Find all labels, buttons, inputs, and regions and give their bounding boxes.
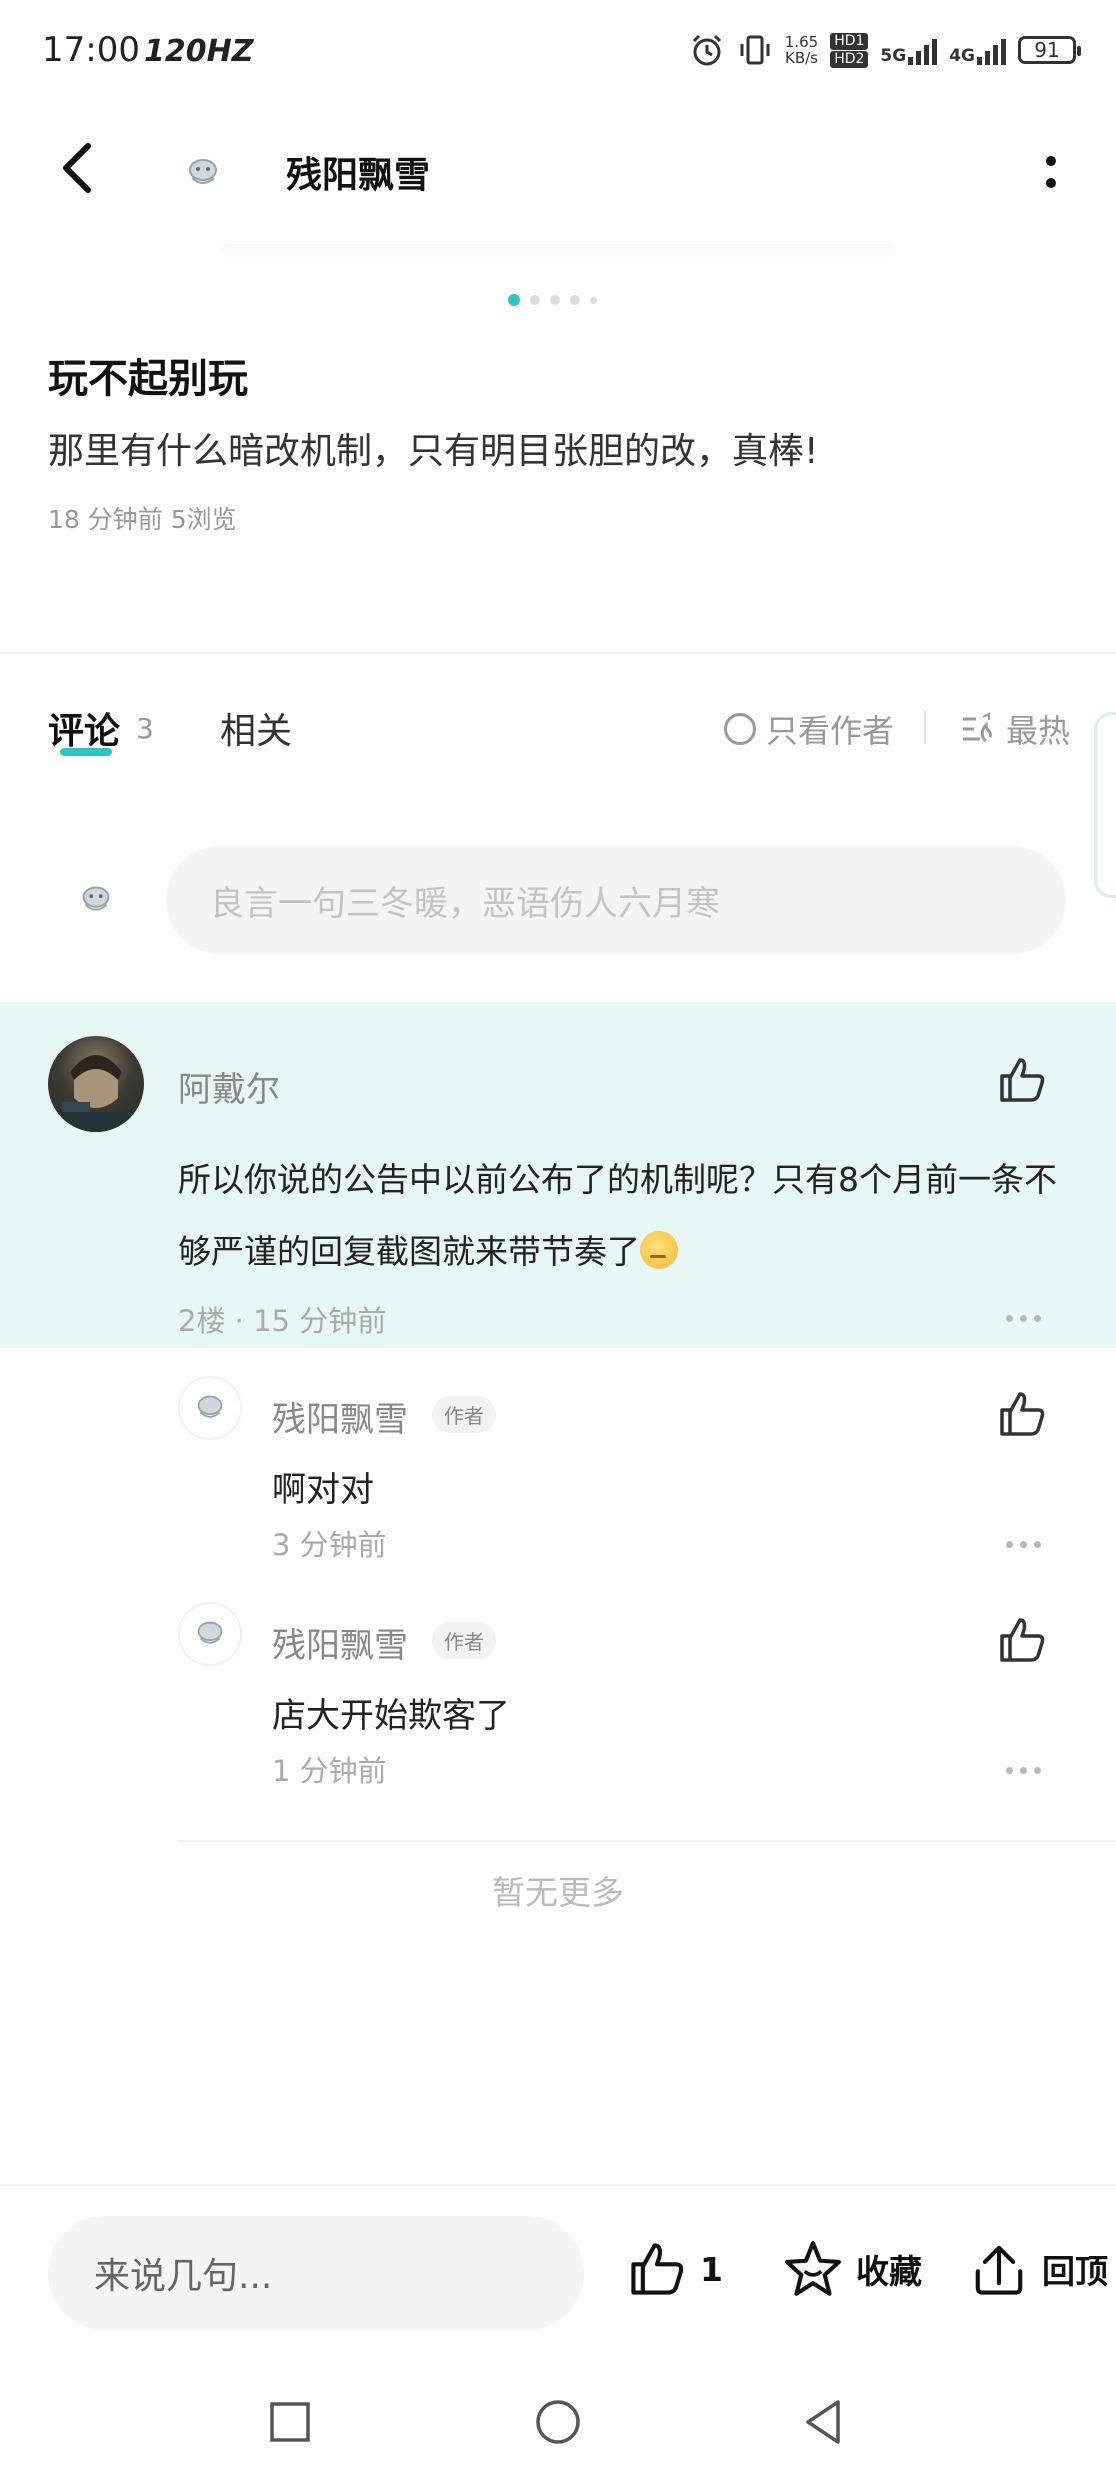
hd2-badge: HD2 xyxy=(830,50,869,68)
like-count: 1 xyxy=(700,2249,723,2289)
post-body: 那里有什么暗改机制，只有明目张胆的改，真棒! xyxy=(48,431,819,472)
battery-level: 91 xyxy=(1034,38,1060,62)
reply-time: 1 分钟前 xyxy=(272,1754,387,1788)
comment-text: 所以你说的公告中以前公布了的机制呢？只有8个月前一条不够严谨的回复截图就来带节奏… xyxy=(178,1144,1078,1288)
tab-related[interactable]: 相关 xyxy=(220,702,292,754)
signal-bars-icon xyxy=(977,35,1006,65)
status-time: 17:00 xyxy=(42,30,140,70)
thumbs-up-icon[interactable] xyxy=(994,1052,1050,1108)
sort-icon xyxy=(963,712,992,743)
top-nav: 残阳飘雪 xyxy=(0,112,1116,232)
network-speed-unit: KB/s xyxy=(784,49,818,67)
tab-active-indicator xyxy=(60,748,112,756)
side-drawer-handle[interactable] xyxy=(1094,712,1116,898)
thumbs-up-icon[interactable] xyxy=(994,1612,1050,1668)
author-only-label: 只看作者 xyxy=(766,712,895,750)
network-speed-value: 1.65 xyxy=(784,33,819,51)
bottom-bar-divider xyxy=(0,2184,1116,2186)
reply-avatar[interactable] xyxy=(178,1602,242,1666)
carousel-dot xyxy=(530,295,540,305)
image-carousel[interactable] xyxy=(220,244,896,260)
more-options-icon[interactable] xyxy=(1026,142,1076,202)
status-icons: 1.65 KB/s HD1 HD2 5G 4G 91 xyxy=(689,26,1081,74)
network-speed: 1.65 KB/s xyxy=(785,34,818,66)
sort-label: 最热 xyxy=(1006,712,1071,750)
favorite-label: 收藏 xyxy=(856,2252,922,2291)
star-icon xyxy=(785,2241,841,2296)
back-arrow-icon[interactable] xyxy=(50,138,110,198)
network-5g-label: 5G xyxy=(880,46,907,66)
reply-more-icon[interactable] xyxy=(1006,1541,1041,1548)
sort-hot-button[interactable]: 最热 xyxy=(960,706,1070,752)
reply-time: 3 分钟前 xyxy=(272,1528,387,1562)
network-4g-label: 4G xyxy=(949,46,975,66)
signal-5g: 5G xyxy=(880,35,938,66)
replies-divider xyxy=(178,1840,1116,1842)
say-something-input[interactable]: 来说几句... xyxy=(48,2216,584,2330)
carousel-dot xyxy=(570,295,580,305)
comments-count: 3 xyxy=(136,712,154,745)
comment-meta: 2楼 · 15 分钟前 xyxy=(178,1304,387,1338)
character-portrait-icon xyxy=(58,1055,134,1132)
thumbs-up-icon[interactable] xyxy=(994,1386,1050,1442)
home-circle-icon[interactable] xyxy=(530,2394,586,2450)
reply-username[interactable]: 残阳飘雪 xyxy=(272,1392,408,1441)
comment-input[interactable]: 良言一句三冬暖，恶语伤人六月寒 xyxy=(166,846,1066,954)
signal-bars-icon xyxy=(908,35,938,65)
radio-icon xyxy=(724,713,756,745)
author-avatar[interactable] xyxy=(178,148,228,198)
vibrate-icon xyxy=(740,35,770,65)
carousel-indicator xyxy=(508,294,597,306)
thumbs-up-icon xyxy=(631,2243,684,2295)
battery-icon: 91 xyxy=(1018,36,1081,64)
commenter-avatar[interactable] xyxy=(48,1036,144,1132)
reply-username[interactable]: 残阳飘雪 xyxy=(272,1618,408,1667)
back-to-top-button[interactable]: 回顶 xyxy=(966,2236,1108,2302)
say-something-placeholder: 来说几句... xyxy=(94,2256,273,2297)
reply-more-icon[interactable] xyxy=(1006,1767,1041,1774)
tab-comments[interactable]: 评论 xyxy=(48,702,120,754)
comment-body: 所以你说的公告中以前公布了的机制呢？只有8个月前一条不够严谨的回复截图就来带节奏… xyxy=(178,1160,1057,1271)
reply-text: 店大开始欺客了 xyxy=(272,1696,510,1736)
hd1-badge: HD1 xyxy=(830,32,869,50)
post-detail-screen: 17:00 120HZ 1.65 KB/s HD1 HD2 5G 4G 91 残… xyxy=(0,0,1116,2480)
like-button[interactable]: 1 xyxy=(624,2236,723,2302)
status-bar: 17:00 120HZ 1.65 KB/s HD1 HD2 5G 4G 91 xyxy=(0,0,1116,100)
post-title: 玩不起别玩 xyxy=(48,356,248,402)
system-nav-bar xyxy=(0,2372,1116,2472)
author-tag: 作者 xyxy=(432,1622,496,1659)
author-name[interactable]: 残阳飘雪 xyxy=(286,146,430,198)
filter-divider xyxy=(924,710,926,744)
alarm-icon xyxy=(692,34,721,66)
thinking-emoji-icon xyxy=(640,1231,678,1269)
author-only-toggle[interactable]: 只看作者 xyxy=(724,706,894,752)
comment-more-icon[interactable] xyxy=(1006,1315,1041,1322)
carousel-dot xyxy=(508,294,520,306)
commenter-name[interactable]: 阿戴尔 xyxy=(178,1062,280,1111)
comment-input-placeholder: 良言一句三冬暖，恶语伤人六月寒 xyxy=(210,883,720,924)
section-divider xyxy=(0,652,1116,654)
favorite-button[interactable]: 收藏 xyxy=(780,2236,922,2302)
avatar-icon xyxy=(197,1395,223,1418)
back-triangle-icon[interactable] xyxy=(796,2394,852,2450)
refresh-rate-indicator: 120HZ xyxy=(144,34,254,69)
hd-badges: HD1 HD2 xyxy=(830,32,869,68)
signal-4g: 4G xyxy=(949,35,1006,65)
reply-text: 啊对对 xyxy=(272,1470,374,1510)
carousel-dot xyxy=(590,296,597,304)
reply-avatar[interactable] xyxy=(178,1376,242,1440)
post-meta: 18 分钟前 5浏览 xyxy=(48,505,237,534)
no-more-text: 暂无更多 xyxy=(492,1873,624,1912)
recent-apps-icon[interactable] xyxy=(262,2394,318,2450)
back-to-top-label: 回顶 xyxy=(1042,2252,1108,2291)
carousel-dot xyxy=(550,295,560,305)
author-tag: 作者 xyxy=(432,1396,496,1433)
upload-arrow-icon xyxy=(975,2245,1023,2295)
avatar-icon xyxy=(197,1621,223,1644)
my-avatar xyxy=(82,886,110,911)
